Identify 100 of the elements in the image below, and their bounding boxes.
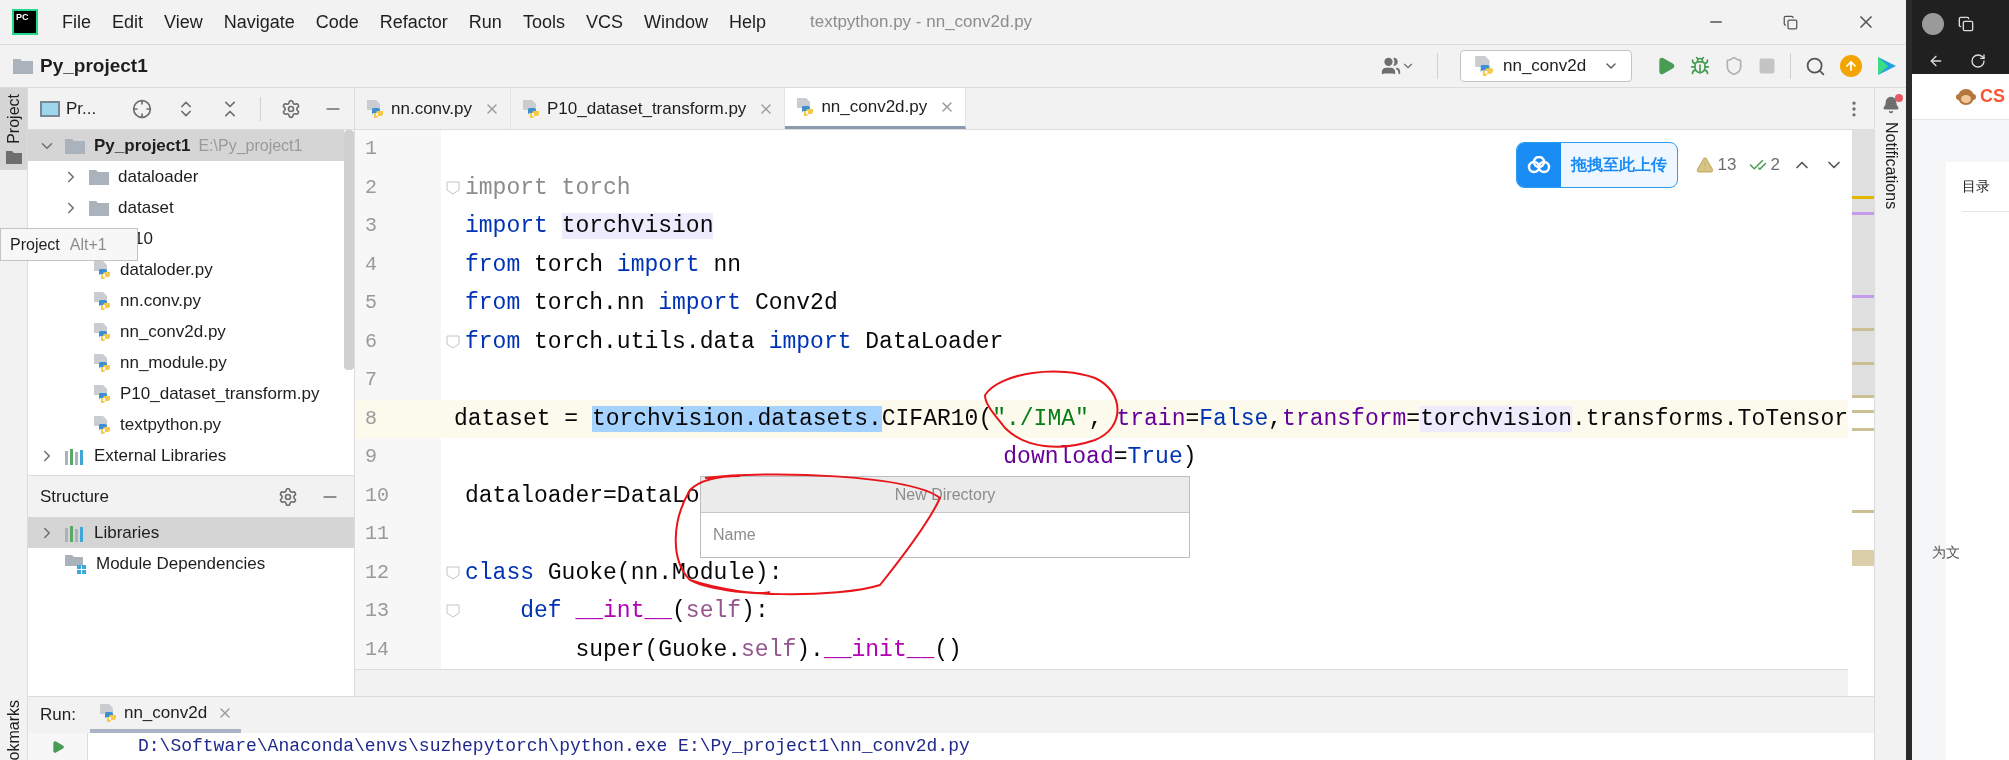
library-icon	[64, 446, 86, 465]
code-line: def __int__(self):	[520, 597, 769, 627]
menu-item[interactable]: Edit	[112, 8, 144, 36]
menu-item[interactable]: Window	[643, 8, 708, 36]
python-file-icon	[92, 290, 112, 311]
line-number: 12	[365, 559, 389, 586]
tooltip-shortcut: Alt+1	[69, 234, 107, 255]
folder-icon	[12, 57, 34, 75]
tabs-icon[interactable]	[1958, 15, 1974, 32]
scrollbar-thumb[interactable]	[344, 130, 354, 370]
editor-tab[interactable]: nn.conv.py	[355, 88, 511, 129]
menu-item[interactable]: VCS	[585, 8, 623, 36]
project-name[interactable]: Py_project1	[40, 51, 148, 81]
console-output: D:\Software\Anaconda\envs\suzhepytorch\python.exe E:\Py_project1\nn_conv2d.py	[138, 735, 970, 758]
name-field[interactable]: Name	[701, 513, 1189, 557]
monkey-icon	[1956, 86, 1976, 107]
python-file-icon	[92, 414, 112, 435]
tooltip-label: Project	[10, 234, 60, 255]
cloud-icon	[1525, 156, 1552, 174]
toc-heading: 目录	[1962, 176, 2009, 212]
settings-icon[interactable]	[278, 486, 298, 507]
python-file-icon	[92, 321, 112, 342]
user-menu-icon[interactable]	[1381, 56, 1415, 76]
code-line: from torch import nn	[465, 250, 742, 280]
line-number: 6	[365, 328, 377, 355]
search-icon[interactable]	[1805, 55, 1826, 77]
tree-label: External Libraries	[94, 444, 227, 467]
folder-icon	[5, 149, 22, 164]
tree-item[interactable]: textpython.py	[28, 409, 344, 440]
run-label: Run:	[40, 704, 76, 727]
python-file-icon	[1473, 55, 1495, 77]
tree-item[interactable]: dataloader	[28, 161, 344, 192]
menu-item[interactable]: View	[164, 8, 203, 36]
tree-label: dataset	[118, 196, 174, 219]
menu-item[interactable]: Tools	[522, 8, 565, 36]
app-logo: PC	[12, 9, 38, 35]
fold-icon[interactable]	[446, 334, 460, 349]
tree-item[interactable]: External Libraries	[28, 440, 344, 471]
coverage-icon[interactable]	[1724, 56, 1744, 76]
editor-tab[interactable]: nn_conv2d.py	[785, 88, 967, 129]
menu-item[interactable]: Code	[315, 8, 359, 36]
tree-item[interactable]: dataset	[28, 192, 344, 223]
menu-item[interactable]: File	[62, 8, 91, 36]
fold-icon[interactable]	[446, 565, 460, 580]
tree-label: P10_dataset_transform.py	[120, 382, 320, 405]
popup-title: New Directory	[894, 484, 996, 505]
window-title: textpython.py - nn_conv2d.py	[810, 11, 1033, 34]
tree-item[interactable]: nn_module.py	[28, 347, 344, 378]
line-number: 14	[365, 636, 389, 663]
tool-window-tab[interactable]: Notifications	[1878, 122, 1903, 210]
line-number: 13	[365, 598, 389, 625]
update-icon[interactable]	[1840, 55, 1862, 77]
line-number: 3	[365, 213, 377, 240]
tree-item[interactable]: dataloder.py	[28, 254, 344, 285]
avatar-icon[interactable]	[1922, 12, 1944, 35]
python-file-icon	[92, 259, 112, 280]
plugin-logo-icon[interactable]	[1876, 55, 1898, 77]
run-icon[interactable]	[1656, 56, 1676, 76]
menu-item[interactable]: Refactor	[379, 8, 448, 36]
menu-item[interactable]: Navigate	[223, 8, 295, 36]
tree-item[interactable]: Py_project1 E:\Py_project1	[28, 130, 344, 161]
line-number: 8	[365, 405, 377, 432]
settings-icon[interactable]	[281, 98, 302, 119]
structure-label: Module Dependencies	[96, 552, 266, 575]
notifications-icon[interactable]	[1881, 96, 1900, 114]
fold-icon[interactable]	[446, 604, 460, 619]
structure-item[interactable]: Libraries	[28, 517, 354, 548]
line-number: 10	[365, 482, 389, 509]
tree-label: Py_project1	[94, 134, 191, 157]
python-file-icon	[520, 98, 541, 119]
python-file-icon	[92, 383, 112, 404]
checks-indicator[interactable]: 2	[1748, 152, 1780, 178]
fold-icon[interactable]	[446, 180, 460, 195]
tool-window-tab[interactable]: Project	[0, 88, 27, 170]
structure-item[interactable]: Module Dependencies	[28, 548, 354, 579]
tree-item[interactable]: P10_dataset_transform.py	[28, 378, 344, 409]
tree-label: nn.conv.py	[120, 289, 201, 312]
tree-item[interactable]: nn_conv2d.py	[28, 316, 344, 347]
run-config-dropdown[interactable]: nn_conv2d	[1460, 50, 1632, 82]
reload-icon[interactable]	[1970, 52, 1986, 69]
code-line: import torch	[465, 173, 631, 203]
line-number: 9	[365, 444, 377, 471]
panel-tab[interactable]: Pr...	[40, 95, 97, 122]
locate-icon[interactable]	[132, 98, 153, 119]
line-number: 5	[365, 290, 377, 317]
tool-window-tab[interactable]: okmarks	[0, 699, 27, 760]
line-number: 1	[365, 136, 377, 163]
rerun-icon[interactable]	[50, 739, 65, 754]
menu-item[interactable]: Run	[468, 8, 502, 36]
folder-icon	[88, 167, 110, 186]
tree-label: nn_conv2d.py	[120, 320, 226, 343]
python-file-icon	[97, 703, 118, 723]
folder-icon	[88, 198, 110, 217]
warnings-indicator[interactable]: 13	[1695, 152, 1737, 178]
debug-icon[interactable]	[1690, 56, 1710, 76]
tree-label: textpython.py	[120, 413, 222, 436]
tree-item[interactable]: nn.conv.py	[28, 285, 344, 316]
code-line: super(Guoke.self).__init__()	[575, 635, 962, 665]
menu-item[interactable]: Help	[728, 8, 766, 36]
restore-icon[interactable]	[1783, 14, 1798, 30]
